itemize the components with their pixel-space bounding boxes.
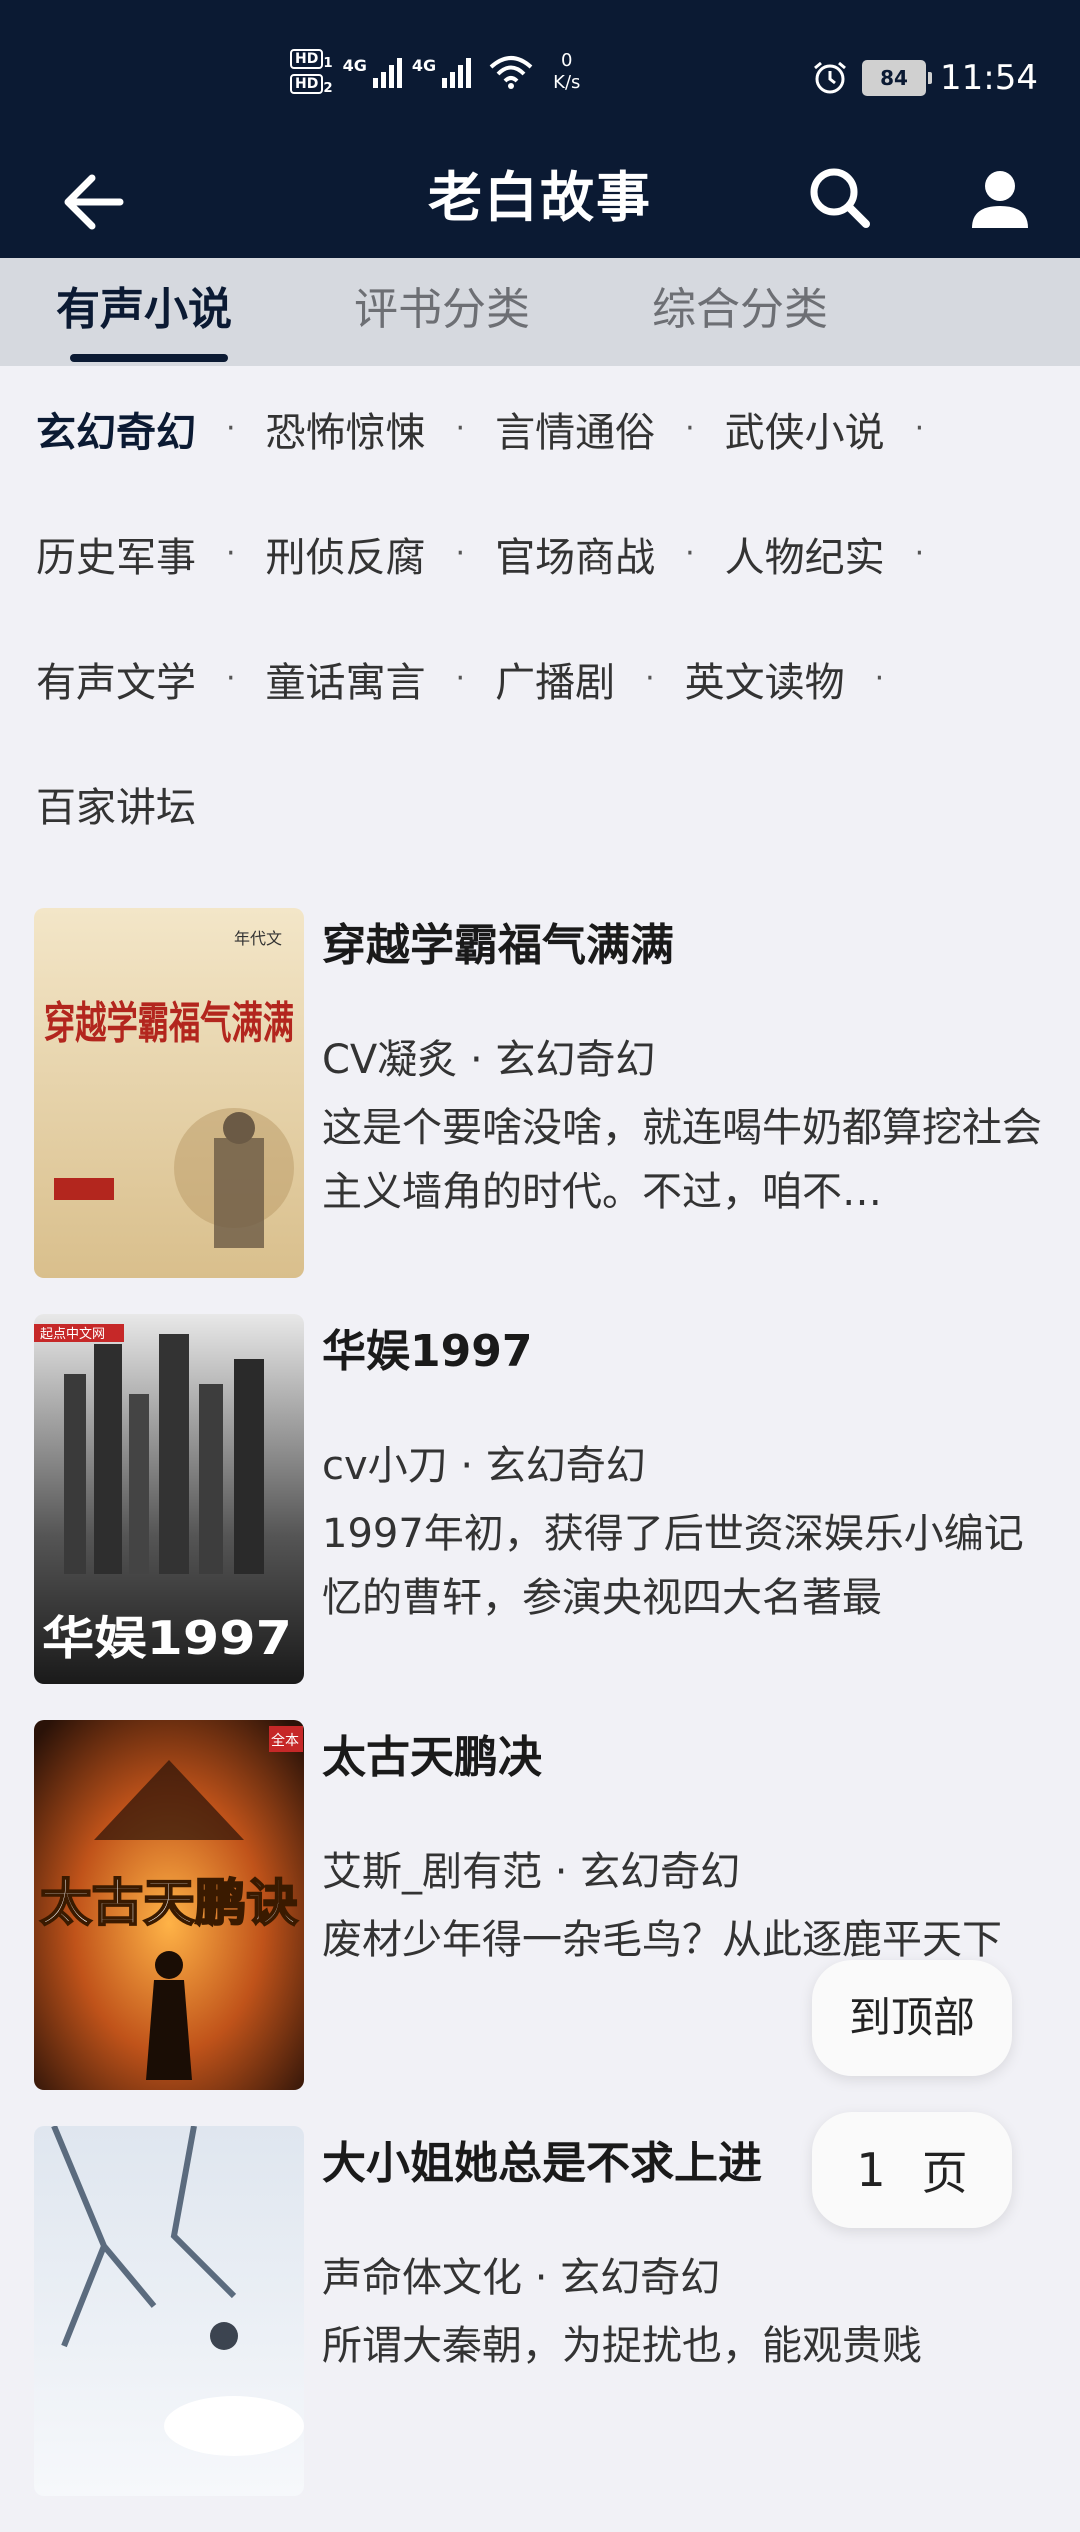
- category-radio-drama[interactable]: 广播剧: [495, 650, 615, 708]
- book-info: 华娱1997 cv小刀 · 玄幻奇幻 1997年初，获得了后世资深娱乐小编记忆的…: [322, 1320, 1042, 1630]
- net2-label: 4G: [411, 56, 437, 76]
- category-separator: ·: [226, 411, 236, 446]
- book-info: 穿越学霸福气满满 CV凝炙 · 玄幻奇幻 这是个要啥没啥，就连喝牛奶都算挖社会主…: [322, 914, 1042, 1224]
- tab-general[interactable]: 综合分类: [652, 280, 828, 340]
- category-separator: ·: [685, 411, 695, 446]
- signal-bars-icon: [372, 56, 402, 89]
- tab-audio-novels[interactable]: 有声小说: [56, 280, 232, 340]
- category-history[interactable]: 历史军事: [36, 525, 196, 583]
- book-cover-image: 起点中文网 华娱1997: [34, 1314, 304, 1684]
- cover-tag: 年代文: [234, 929, 282, 948]
- book-cover-image: 全本 太古天鹏诀: [34, 1720, 304, 2090]
- signal-bars-icon: [442, 56, 472, 89]
- page-unit: 页: [921, 2146, 968, 2200]
- active-tab-indicator: [70, 354, 228, 362]
- speed-unit: K/s: [553, 72, 581, 94]
- cover-title: 华娱1997: [42, 1611, 292, 1665]
- category-business[interactable]: 官场商战: [495, 525, 655, 583]
- book-description: 1997年初，获得了后世资深娱乐小编记忆的曹轩，参演央视四大名著最: [322, 1511, 1024, 1621]
- status-right: 84 11:54: [812, 58, 1038, 98]
- hd1-badge: HD: [290, 49, 324, 69]
- app-bar: 老白故事: [0, 140, 1080, 258]
- category-fairy-tales[interactable]: 童话寓言: [266, 650, 426, 708]
- book-cover-image: [34, 2126, 304, 2496]
- category-separator: ·: [226, 661, 236, 696]
- battery-icon: 84: [862, 60, 933, 96]
- page-indicator-button[interactable]: 1 页: [812, 2112, 1012, 2228]
- category-separator: ·: [226, 536, 236, 571]
- signal-1: 4G: [342, 56, 402, 89]
- category-separator: ·: [455, 411, 466, 446]
- book-title[interactable]: 穿越学霸福气满满: [322, 914, 1042, 978]
- book-meta: cv小刀 · 玄幻奇幻: [322, 1443, 646, 1489]
- clock: 11:54: [940, 58, 1038, 98]
- tab-bar: 有声小说 评书分类 综合分类: [0, 258, 1080, 366]
- page-number: 1: [856, 2143, 886, 2197]
- status-left: HD 1 HD 2 4G 4G 0 K/s: [290, 48, 580, 96]
- book-cover[interactable]: [34, 2126, 304, 2496]
- cover-title: 太古天鹏诀: [40, 1873, 298, 1932]
- cover-tag: 全本: [271, 1732, 299, 1749]
- sim2-number: 2: [323, 81, 333, 97]
- category-grid: 玄幻奇幻 · 恐怖惊悚 · 言情通俗 · 武侠小说 · 历史军事 · 刑侦反腐 …: [36, 366, 1056, 866]
- book-cover[interactable]: 年代文 穿越学霸福气满满: [34, 908, 304, 1278]
- book-meta: 艾斯_剧有范 · 玄幻奇幻: [322, 1849, 741, 1895]
- book-cover[interactable]: 起点中文网 华娱1997: [34, 1314, 304, 1684]
- category-separator: ·: [455, 661, 466, 696]
- wifi-icon: [489, 56, 533, 90]
- signal-2: 4G: [411, 56, 472, 89]
- net1-label: 4G: [342, 56, 367, 76]
- category-horror[interactable]: 恐怖惊悚: [266, 400, 426, 458]
- hd2-badge: HD: [290, 74, 324, 95]
- category-english[interactable]: 英文读物: [685, 650, 845, 708]
- category-romance[interactable]: 言情通俗: [495, 400, 655, 458]
- category-row: 百家讲坛: [36, 741, 1056, 866]
- category-lecture-room[interactable]: 百家讲坛: [36, 775, 196, 833]
- category-literature[interactable]: 有声文学: [36, 650, 196, 708]
- cover-tag: 起点中文网: [40, 1327, 105, 1342]
- sim-indicators: HD 1 HD 2: [290, 48, 333, 96]
- app-title: 老白故事: [428, 166, 652, 229]
- book-description: 所谓大秦朝，为捉扰也，能观贵贱: [322, 2323, 922, 2369]
- category-wuxia[interactable]: 武侠小说: [725, 400, 885, 458]
- sim1-number: 1: [323, 56, 333, 72]
- speed-value: 0: [561, 50, 573, 72]
- category-row: 玄幻奇幻 · 恐怖惊悚 · 言情通俗 · 武侠小说 ·: [36, 366, 1056, 491]
- status-bar: HD 1 HD 2 4G 4G 0 K/s 84 11:54: [0, 0, 1080, 140]
- book-title[interactable]: 太古天鹏决: [322, 1726, 1042, 1790]
- user-icon[interactable]: [960, 158, 1040, 238]
- book-title[interactable]: 华娱1997: [322, 1320, 1042, 1384]
- category-separator: ·: [455, 536, 466, 571]
- book-description: 这是个要啥没啥，就连喝牛奶都算挖社会主义墙角的时代。不过，咱不…: [322, 1105, 1042, 1215]
- book-cover[interactable]: 全本 太古天鹏诀: [34, 1720, 304, 2090]
- tab-pingshu[interactable]: 评书分类: [354, 280, 530, 340]
- category-separator: ·: [914, 536, 925, 571]
- cover-title: 穿越学霸福气满满: [44, 998, 294, 1049]
- category-separator: ·: [685, 536, 695, 571]
- category-separator: ·: [914, 411, 925, 446]
- category-crime[interactable]: 刑侦反腐: [266, 525, 426, 583]
- back-to-top-button[interactable]: 到顶部: [812, 1960, 1012, 2076]
- list-item[interactable]: 年代文 穿越学霸福气满满 穿越学霸福气满满 CV凝炙 · 玄幻奇幻 这是个要啥没…: [0, 908, 1080, 1314]
- category-row: 有声文学 · 童话寓言 · 广播剧 · 英文读物 ·: [36, 616, 1056, 741]
- book-cover-image: 年代文 穿越学霸福气满满: [34, 908, 304, 1278]
- category-row: 历史军事 · 刑侦反腐 · 官场商战 · 人物纪实 ·: [36, 491, 1056, 616]
- book-meta: 声命体文化 · 玄幻奇幻: [322, 2255, 721, 2301]
- network-speed: 0 K/s: [553, 50, 580, 94]
- book-list: 年代文 穿越学霸福气满满 穿越学霸福气满满 CV凝炙 · 玄幻奇幻 这是个要啥没…: [0, 908, 1080, 2532]
- category-biography[interactable]: 人物纪实: [725, 525, 885, 583]
- category-separator: ·: [874, 661, 885, 696]
- book-meta: CV凝炙 · 玄幻奇幻: [322, 1037, 656, 1083]
- list-item[interactable]: 起点中文网 华娱1997 华娱1997 cv小刀 · 玄幻奇幻 1997年初，获…: [0, 1314, 1080, 1720]
- search-icon[interactable]: [800, 158, 880, 238]
- category-xuanhuan[interactable]: 玄幻奇幻: [36, 400, 196, 458]
- category-separator: ·: [645, 661, 655, 696]
- alarm-icon: [814, 61, 846, 94]
